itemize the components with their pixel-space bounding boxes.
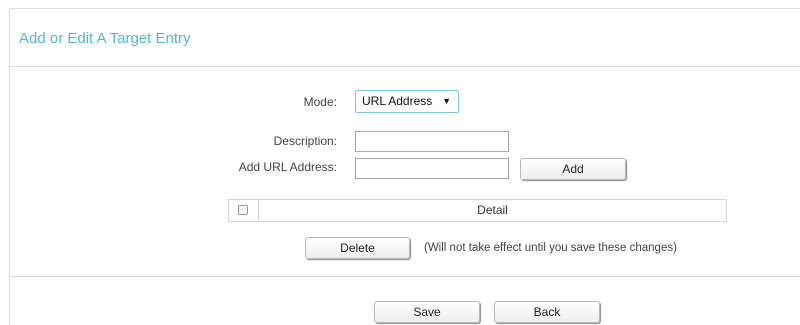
description-input[interactable]	[355, 131, 509, 152]
select-all-checkbox[interactable]	[238, 205, 248, 215]
title-divider	[9, 66, 800, 67]
triangle-down-icon: ▼	[442, 96, 451, 106]
delete-note: (Will not take effect until you save the…	[424, 242, 677, 254]
url-input[interactable]	[355, 158, 509, 179]
mode-select[interactable]: URL Address ▼	[355, 90, 459, 113]
detail-table: Detail	[228, 199, 727, 222]
save-button[interactable]: Save	[374, 301, 480, 323]
mode-select-value: URL Address	[362, 94, 433, 108]
back-button[interactable]: Back	[494, 301, 600, 323]
select-all-cell	[229, 200, 259, 221]
delete-button[interactable]: Delete	[305, 237, 410, 259]
description-label: Description:	[273, 134, 337, 148]
url-label: Add URL Address:	[238, 160, 337, 174]
panel-title: Add or Edit A Target Entry	[19, 30, 191, 47]
mode-label: Mode:	[303, 95, 337, 109]
detail-header: Detail	[477, 203, 508, 217]
actions-divider	[9, 276, 800, 277]
add-button[interactable]: Add	[520, 158, 626, 180]
